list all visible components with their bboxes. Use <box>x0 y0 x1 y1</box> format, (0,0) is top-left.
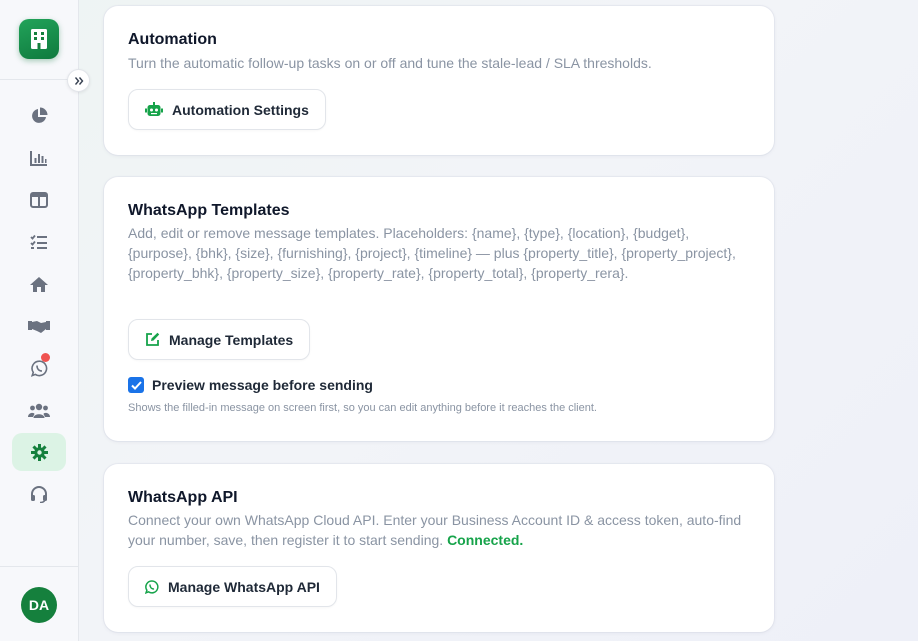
sidebar-item-settings[interactable] <box>12 433 66 471</box>
templates-card: WhatsApp Templates Add, edit or remove m… <box>104 177 774 441</box>
templates-description: Add, edit or remove message templates. P… <box>128 225 736 281</box>
sidebar: DA <box>0 0 79 641</box>
preview-checkbox[interactable] <box>128 377 144 393</box>
sidebar-item-whatsapp[interactable] <box>12 349 66 387</box>
api-title: WhatsApp API <box>128 489 238 506</box>
handshake-icon <box>28 320 50 333</box>
manage-whatsapp-api-label: Manage WhatsApp API <box>168 578 320 595</box>
api-description-block: Connect your own WhatsApp Cloud API. Ent… <box>128 510 750 550</box>
sidebar-item-properties[interactable] <box>12 265 66 303</box>
sidebar-item-support[interactable] <box>12 475 66 513</box>
sidebar-item-board[interactable] <box>12 181 66 219</box>
automation-settings-button[interactable]: Automation Settings <box>128 89 326 130</box>
templates-title: WhatsApp Templates <box>128 202 290 219</box>
building-icon <box>31 29 47 49</box>
api-description: Connect your own WhatsApp Cloud API. Ent… <box>128 512 742 548</box>
chevrons-right-icon <box>74 76 83 85</box>
headset-icon <box>31 485 47 503</box>
divider <box>0 566 79 567</box>
automation-card: Automation Turn the automatic follow-up … <box>104 6 774 155</box>
manage-templates-button[interactable]: Manage Templates <box>128 319 311 360</box>
gear-icon <box>30 443 48 461</box>
sidebar-item-deals[interactable] <box>12 307 66 345</box>
sidebar-item-reports[interactable] <box>12 139 66 177</box>
sidebar-item-dashboard[interactable] <box>12 97 66 135</box>
automation-settings-label: Automation Settings <box>172 101 309 118</box>
columns-icon <box>30 192 48 208</box>
whatsapp-icon <box>30 359 47 377</box>
sidebar-item-team[interactable] <box>12 391 66 429</box>
notification-badge <box>41 353 50 362</box>
whatsapp-icon <box>145 579 159 594</box>
manage-whatsapp-api-button[interactable]: Manage WhatsApp API <box>128 566 337 607</box>
robot-icon <box>145 101 163 116</box>
sidebar-expand-button[interactable] <box>67 69 90 92</box>
whatsapp-api-card: WhatsApp API Connect your own WhatsApp C… <box>104 464 774 632</box>
connection-status: Connected. <box>447 532 524 548</box>
automation-description: Turn the automatic follow-up tasks on or… <box>128 55 652 71</box>
checkmark-icon <box>130 380 142 390</box>
automation-title: Automation <box>128 31 217 48</box>
users-icon <box>28 403 50 418</box>
pie-chart-icon <box>32 107 48 123</box>
tasks-icon <box>30 234 47 249</box>
sidebar-item-tasks[interactable] <box>12 223 66 261</box>
home-icon <box>30 276 48 292</box>
manage-templates-label: Manage Templates <box>169 331 294 348</box>
preview-checkbox-label: Preview message before sending <box>152 377 373 393</box>
bar-chart-icon <box>30 151 47 166</box>
edit-icon <box>146 332 160 346</box>
app-logo[interactable] <box>19 19 59 59</box>
preview-hint: Shows the filled-in message on screen fi… <box>128 402 597 414</box>
user-avatar[interactable]: DA <box>21 587 57 623</box>
preview-checkbox-row[interactable]: Preview message before sending <box>128 377 373 393</box>
